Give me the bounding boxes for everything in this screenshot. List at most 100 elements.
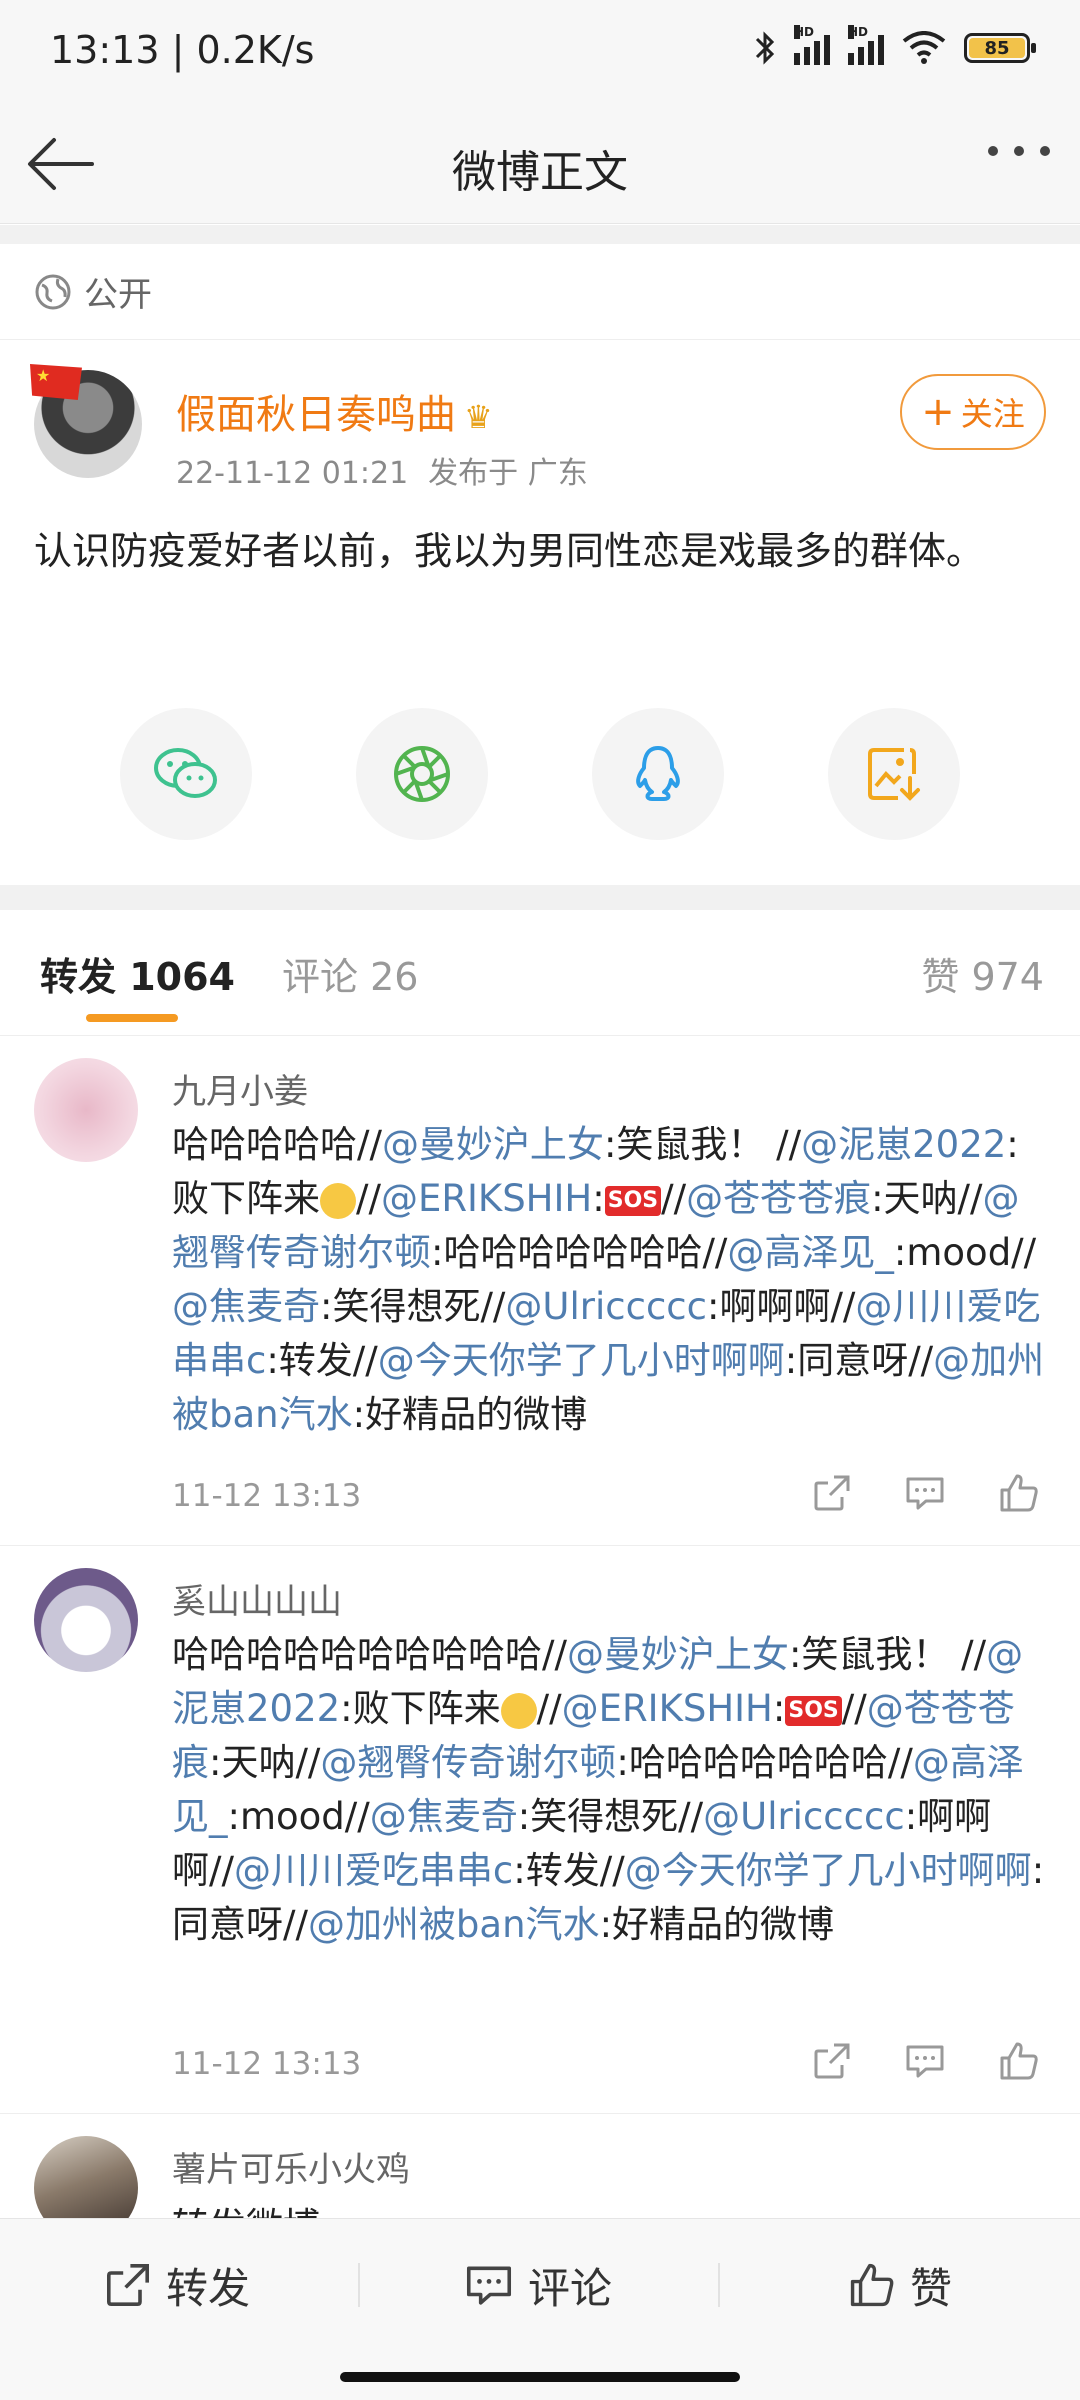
share-row — [0, 708, 1080, 848]
repost-text-segment: : — [772, 1687, 786, 1730]
repost-text-segment: :天呐// — [209, 1741, 321, 1784]
author-name-text[interactable]: 假面秋日奏鸣曲 — [176, 392, 456, 438]
section-divider — [0, 885, 1080, 910]
user-avatar[interactable] — [34, 1568, 138, 1672]
comment-icon[interactable] — [904, 1473, 946, 1513]
mention-link[interactable]: @今天你学了几小时啊啊 — [378, 1339, 785, 1382]
post-location: 发布于 广东 — [428, 456, 588, 491]
repost-text-segment: :败下阵来 — [340, 1687, 501, 1730]
like-icon[interactable] — [998, 1472, 1040, 1514]
qq-icon — [636, 746, 680, 801]
mention-link[interactable]: @曼妙沪上女 — [382, 1123, 604, 1166]
mention-link[interactable]: @Ulriccccc — [703, 1795, 905, 1838]
mention-link[interactable]: @翘臀传奇谢尔顿 — [320, 1741, 616, 1784]
bottom-like-label: 赞 — [910, 2263, 953, 2313]
repost-text-segment: :mood// — [893, 1231, 1037, 1274]
repost-text-segment: 哈哈哈哈哈哈哈哈哈哈// — [172, 1633, 567, 1676]
repost-text: 哈哈哈哈哈//@曼妙沪上女:笑鼠我！ //@泥崽2022:败下阵来//@ERIK… — [172, 1118, 1052, 1442]
moments-icon — [394, 746, 450, 802]
repost-text-segment: :mood// — [227, 1795, 370, 1838]
repost-item: 九月小姜 哈哈哈哈哈//@曼妙沪上女:笑鼠我！ //@泥崽2022:败下阵来//… — [0, 1036, 1080, 1546]
post-text: 认识防疫爱好者以前，我以为男同性恋是戏最多的群体。 — [34, 529, 985, 573]
mention-link[interactable]: @苍苍苍痕 — [686, 1177, 871, 1220]
mention-link[interactable]: @焦麦奇 — [172, 1285, 320, 1328]
globe-icon — [35, 274, 71, 309]
comment-icon[interactable] — [904, 2041, 946, 2081]
repost-text-segment: : — [592, 1177, 605, 1220]
page-title: 微博正文 — [452, 147, 628, 198]
mention-link[interactable]: @焦麦奇 — [370, 1795, 518, 1838]
repost-text-segment: :笑鼠我！ // — [603, 1123, 802, 1166]
repost-text-segment: // — [536, 1687, 562, 1730]
sos-emoji-icon: SOS — [785, 1695, 842, 1726]
repost-text-segment: // — [356, 1177, 381, 1220]
repost-item: 奚山山山山 哈哈哈哈哈哈哈哈哈哈//@曼妙沪上女:笑鼠我！ //@泥崽2022:… — [0, 1546, 1080, 2114]
post-meta: 22-11-12 01:21 发布于 广东 — [176, 448, 608, 492]
follow-button[interactable]: + 关注 — [900, 374, 1046, 450]
china-flag-icon — [30, 364, 82, 400]
repost-text: 哈哈哈哈哈哈哈哈哈哈//@曼妙沪上女:笑鼠我！ //@泥崽2022:败下阵来//… — [172, 1628, 1052, 1952]
repost-text-segment: :哈哈哈哈哈哈哈// — [616, 1741, 913, 1784]
user-name[interactable]: 薯片可乐小火鸡 — [172, 2142, 410, 2191]
more-options-icon[interactable] — [988, 146, 1050, 156]
mention-link[interactable]: @ERIKSHIH — [381, 1177, 592, 1220]
mention-link[interactable]: @加州被ban汽水 — [308, 1903, 600, 1946]
signal-hd-icon: HD — [848, 25, 884, 65]
repost-text-segment: :啊啊啊// — [706, 1285, 856, 1328]
bottom-like-button[interactable]: 赞 — [848, 2255, 952, 2315]
repost-text-segment: :笑得想死// — [517, 1795, 704, 1838]
repost-text-segment: :好精品的微博 — [352, 1393, 588, 1436]
like-icon — [850, 2263, 894, 2307]
user-avatar[interactable] — [34, 1058, 138, 1162]
bottom-comment-button[interactable]: 评论 — [464, 2255, 612, 2315]
status-icons: HD HD 85 — [754, 25, 1036, 66]
repost-text: 转发微博 — [172, 2200, 1052, 2218]
crying-emoji-icon — [320, 1182, 356, 1219]
mention-link[interactable]: @高泽见_ — [727, 1231, 894, 1274]
nav-bar: 微博正文 — [0, 100, 1080, 224]
home-indicator[interactable] — [340, 2372, 740, 2382]
bottom-repost-label: 转发 — [166, 2263, 251, 2313]
bottom-repost-button[interactable]: 转发 — [104, 2255, 250, 2315]
mention-link[interactable]: @川川爱吃串串c — [234, 1849, 513, 1892]
share-moments-button[interactable] — [356, 708, 488, 840]
tab-repost[interactable]: 转发 1064 — [40, 946, 235, 1001]
repost-actions — [812, 2040, 1040, 2082]
share-wechat-button[interactable] — [120, 708, 252, 840]
repost-text-segment: :笑鼠我！ // — [788, 1633, 987, 1676]
author-name[interactable]: 假面秋日奏鸣曲 ♛ — [176, 382, 493, 440]
user-name[interactable]: 奚山山山山 — [172, 1574, 342, 1623]
privacy-label: 公开 — [84, 275, 152, 315]
save-image-icon — [868, 748, 920, 801]
tab-bar: 转发 1064 评论 26 赞 974 — [0, 910, 1080, 1036]
crown-badge-icon: ♛ — [464, 398, 493, 436]
wechat-icon — [154, 748, 217, 798]
mention-link[interactable]: @ERIKSHIH — [562, 1687, 773, 1730]
divider — [718, 2263, 720, 2307]
share-save-image-button[interactable] — [828, 708, 960, 840]
repost-text-segment: :好精品的微博 — [599, 1903, 835, 1946]
repost-text-segment: // — [841, 1687, 867, 1730]
repost-text-segment: :笑得想死// — [320, 1285, 506, 1328]
mention-link[interactable]: @今天你学了几小时啊啊 — [625, 1849, 1032, 1892]
bottom-comment-label: 评论 — [528, 2263, 613, 2313]
wifi-icon — [902, 31, 946, 64]
section-divider — [0, 225, 1080, 244]
mention-link[interactable]: @泥崽2022 — [801, 1123, 1006, 1166]
user-name[interactable]: 九月小姜 — [172, 1064, 308, 1113]
repost-icon[interactable] — [812, 1473, 852, 1513]
repost-time: 11-12 13:13 — [172, 1478, 362, 1514]
tab-like[interactable]: 赞 974 — [921, 946, 1044, 1001]
user-avatar[interactable] — [34, 2136, 138, 2218]
divider — [358, 2263, 360, 2307]
mention-link[interactable]: @Ulriccccc — [505, 1285, 707, 1328]
tab-comment[interactable]: 评论 26 — [282, 946, 418, 1001]
share-qq-button[interactable] — [592, 708, 724, 840]
mention-link[interactable]: @曼妙沪上女 — [567, 1633, 789, 1676]
repost-text-segment: // — [661, 1177, 687, 1220]
post-date: 22-11-12 01:21 — [176, 456, 409, 491]
repost-icon[interactable] — [812, 2041, 852, 2081]
privacy-row: 公开 — [0, 244, 1080, 340]
like-icon[interactable] — [998, 2040, 1040, 2082]
sos-emoji-icon: SOS — [604, 1185, 662, 1216]
